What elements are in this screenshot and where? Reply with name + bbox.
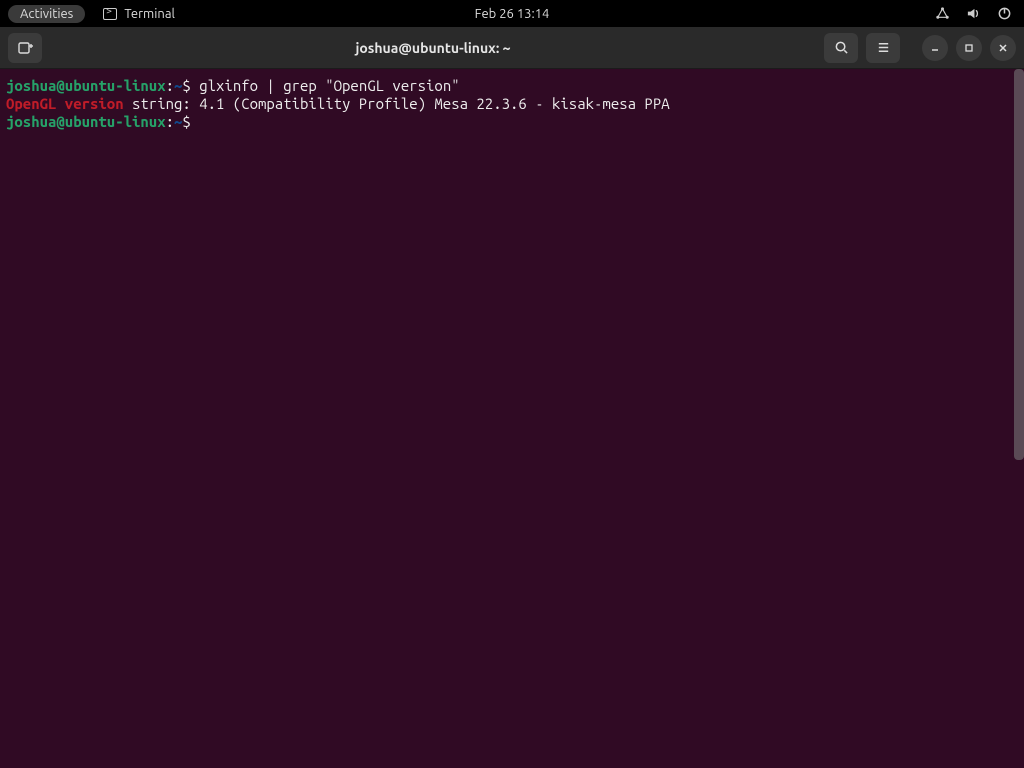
terminal-line: joshua@ubuntu-linux:~$ glxinfo | grep "O…	[6, 77, 1018, 95]
grep-match: OpenGL version	[6, 95, 124, 112]
output-text: string: 4.1 (Compatibility Profile) Mesa…	[124, 95, 670, 112]
clock-button[interactable]: Feb 26 13:14	[475, 7, 550, 21]
prompt-user: joshua@ubuntu-linux	[6, 77, 166, 94]
terminal-viewport[interactable]: joshua@ubuntu-linux:~$ glxinfo | grep "O…	[0, 69, 1024, 768]
app-menu-label: Terminal	[124, 7, 175, 21]
terminal-line: joshua@ubuntu-linux:~$	[6, 113, 1018, 131]
power-icon	[997, 6, 1012, 21]
prompt-colon: :	[166, 113, 174, 130]
network-icon	[935, 6, 950, 21]
prompt-colon: :	[166, 77, 174, 94]
terminal-line: OpenGL version string: 4.1 (Compatibilit…	[6, 95, 1018, 113]
window-title: joshua@ubuntu-linux: ~	[50, 40, 816, 56]
status-area[interactable]	[935, 6, 1016, 21]
minimize-button[interactable]	[922, 35, 948, 61]
gnome-top-panel: Activities Terminal Feb 26 13:14	[0, 0, 1024, 27]
volume-icon	[966, 6, 981, 21]
scrollbar-thumb[interactable]	[1014, 69, 1024, 460]
search-button[interactable]	[824, 33, 858, 63]
maximize-button[interactable]	[956, 35, 982, 61]
close-button[interactable]	[990, 35, 1016, 61]
prompt-dollar: $	[182, 77, 199, 94]
app-menu-button[interactable]: Terminal	[103, 7, 175, 21]
new-tab-button[interactable]	[8, 33, 42, 63]
terminal-icon	[103, 8, 117, 20]
terminal-window: joshua@ubuntu-linux: ~	[0, 27, 1024, 768]
activities-button[interactable]: Activities	[8, 5, 85, 23]
window-titlebar: joshua@ubuntu-linux: ~	[0, 27, 1024, 69]
prompt-user: joshua@ubuntu-linux	[6, 113, 166, 130]
hamburger-menu-button[interactable]	[866, 33, 900, 63]
prompt-dollar: $	[182, 113, 199, 130]
command-text: glxinfo | grep "OpenGL version"	[199, 77, 459, 94]
